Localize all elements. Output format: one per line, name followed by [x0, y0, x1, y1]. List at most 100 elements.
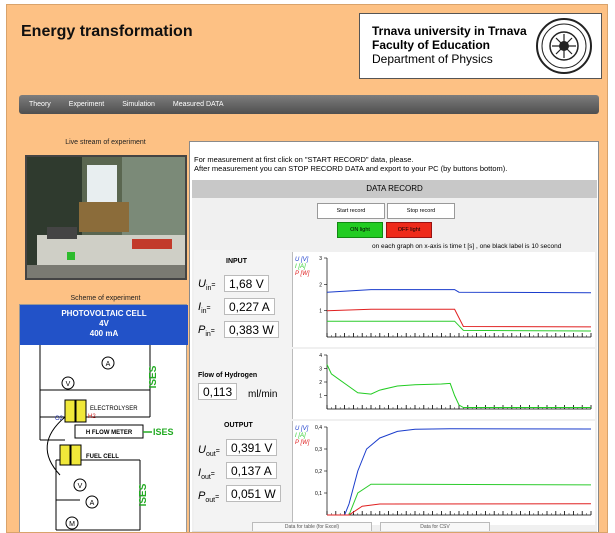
- flow-title: Flow of Hydrogen: [198, 372, 258, 379]
- fuel-cell-right: [70, 444, 82, 466]
- p-out-eq: =: [215, 494, 220, 501]
- y-tick-label-2-0: 1: [319, 394, 322, 400]
- u-out-label: Uout=: [198, 444, 220, 458]
- data-panel: For measurement at first click on "START…: [189, 141, 599, 532]
- u-in-label: Uin=: [198, 278, 216, 292]
- nav-theory[interactable]: Theory: [29, 101, 51, 108]
- i-out-label: Iout=: [198, 467, 215, 481]
- main-nav: Theory Experiment Simulation Measured DA…: [19, 95, 599, 114]
- u-in-symbol: U: [198, 278, 206, 290]
- graph-svg-2: 1 2 3 4: [319, 353, 592, 410]
- ises-label-1: ISES: [148, 365, 159, 388]
- series-line-1-1: [327, 320, 592, 332]
- i-in-label: Iin=: [198, 301, 211, 315]
- graph-note: on each graph on x-axis is time t [s] , …: [372, 243, 562, 250]
- lab-photo-icon: [27, 157, 185, 278]
- ammeter-label-2: A: [90, 500, 95, 507]
- i-in-eq: =: [206, 305, 211, 312]
- experiment-scheme: PHOTOVOLTAIC CELL 4V 400 mA A V ISES O2 …: [19, 304, 188, 532]
- on-light-button[interactable]: ON light: [337, 222, 383, 238]
- output-title: OUTPUT: [224, 422, 253, 429]
- voltmeter-label-1: V: [66, 381, 71, 388]
- legend-i-1: I [A]: [295, 264, 306, 270]
- p-out-value: 0,051 W: [226, 485, 281, 502]
- data-record-body: Start record Stop record ON light OFF li…: [192, 198, 597, 532]
- ises-label-3: ISES: [138, 483, 149, 506]
- input-graph: 1 2 3 U [V] I [A] P [W]: [292, 252, 595, 347]
- university-box: Trnava university in Trnava Faculty of E…: [359, 13, 602, 79]
- p-out-sub: out: [205, 497, 216, 505]
- y-tick-label-1-1: 2: [319, 282, 322, 288]
- y-tick-label-1-2: 3: [319, 256, 322, 262]
- voltmeter-label-2: V: [78, 483, 83, 490]
- legend-p-3: P [W]: [295, 440, 310, 446]
- legend-u-1: U [V]: [295, 257, 309, 263]
- u-out-symbol: U: [198, 444, 206, 456]
- live-stream-label: Live stream of experiment: [65, 139, 146, 146]
- stop-record-button[interactable]: Stop record: [387, 203, 455, 219]
- output-graph: 0,1 0,2 0,3 0,4 U [V] I [A] P [W]: [292, 421, 595, 525]
- scheme-label: Scheme of experiment: [70, 295, 141, 302]
- y-tick-label-1-0: 1: [319, 309, 322, 315]
- legend-u-3: U [V]: [295, 426, 309, 432]
- ammeter-label-1: A: [106, 361, 111, 368]
- page-title: Energy transformation: [21, 23, 193, 40]
- faculty-name: Faculty of Education: [372, 38, 491, 52]
- u-out-eq: =: [215, 448, 220, 455]
- legend-p-1: P [W]: [295, 271, 310, 277]
- series-line-1-2: [326, 308, 592, 328]
- series-line-2-0: [326, 364, 591, 408]
- h2-label: H2: [88, 414, 96, 420]
- u-in-eq: =: [211, 282, 216, 289]
- instructions: For measurement at first click on "START…: [194, 155, 507, 173]
- department-name: Department of Physics: [372, 52, 493, 66]
- fuel-cell-label: FUEL CELL: [86, 454, 119, 460]
- electrolyser-cell-left: [64, 399, 76, 423]
- fuel-cell-left: [59, 444, 71, 466]
- live-stream-video[interactable]: [25, 155, 187, 280]
- y-tick-label-2-2: 3: [319, 367, 322, 373]
- u-out-sub: out: [205, 451, 216, 459]
- university-name: Trnava university in Trnava: [372, 24, 527, 38]
- y-tick-label-3-2: 0,3: [315, 447, 322, 453]
- nav-simulation[interactable]: Simulation: [122, 101, 155, 108]
- data-record-header: DATA RECORD: [192, 180, 597, 198]
- flow-meter-label: H FLOW METER: [86, 430, 133, 436]
- electrolyser-label: ELECTROLYSER: [90, 406, 138, 412]
- y-tick-label-2-1: 2: [319, 380, 322, 386]
- start-record-button[interactable]: Start record: [317, 203, 385, 219]
- flow-value: 0,113: [198, 383, 238, 400]
- ises-label-2: ISES: [153, 427, 174, 437]
- o2-label: O2: [55, 416, 64, 422]
- y-tick-label-2-3: 4: [319, 353, 322, 359]
- i-in-value: 0,227 A: [224, 298, 275, 315]
- p-in-value: 0,383 W: [224, 321, 279, 338]
- series-line-1-0: [326, 289, 592, 294]
- instruction-line-1: For measurement at first click on "START…: [194, 155, 414, 164]
- page-frame: Energy transformation Trnava university …: [6, 4, 608, 533]
- input-title: INPUT: [226, 258, 247, 265]
- off-light-button[interactable]: OFF light: [386, 222, 432, 238]
- p-in-label: Pin=: [198, 324, 215, 338]
- series-line-3-1: [327, 483, 592, 516]
- nav-experiment[interactable]: Experiment: [69, 101, 104, 108]
- graph-svg-1: 1 2 3 U [V]I [A]P [W]: [295, 256, 592, 338]
- i-out-value: 0,137 A: [226, 462, 277, 479]
- y-tick-label-3-1: 0,2: [315, 469, 322, 475]
- university-seal-icon: [536, 18, 592, 74]
- readout-column: INPUT Uin= 1,68 V Iin= 0,227 A Pin= 0,38…: [194, 250, 292, 532]
- circuit-diagram: A V ISES O2 H2 ELECTROLYSER H FLOW METER…: [39, 345, 174, 531]
- y-tick-label-3-0: 0,1: [315, 491, 322, 497]
- graph-svg-3: 0,1 0,2 0,3 0,4 U [V]I [A]P [W]: [295, 425, 592, 516]
- p-in-eq: =: [210, 328, 215, 335]
- y-tick-label-3-3: 0,4: [315, 425, 322, 431]
- series-line-3-0: [327, 428, 592, 516]
- u-in-value: 1,68 V: [224, 275, 269, 292]
- flow-graph: 1 2 3 4: [292, 349, 595, 419]
- flow-unit: ml/min: [248, 389, 278, 400]
- nav-measured-data[interactable]: Measured DATA: [173, 101, 224, 108]
- instruction-line-2: After measurement you can STOP RECORD DA…: [194, 164, 508, 173]
- i-out-eq: =: [210, 471, 215, 478]
- i-out-sub: out: [201, 474, 211, 482]
- u-out-value: 0,391 V: [226, 439, 278, 456]
